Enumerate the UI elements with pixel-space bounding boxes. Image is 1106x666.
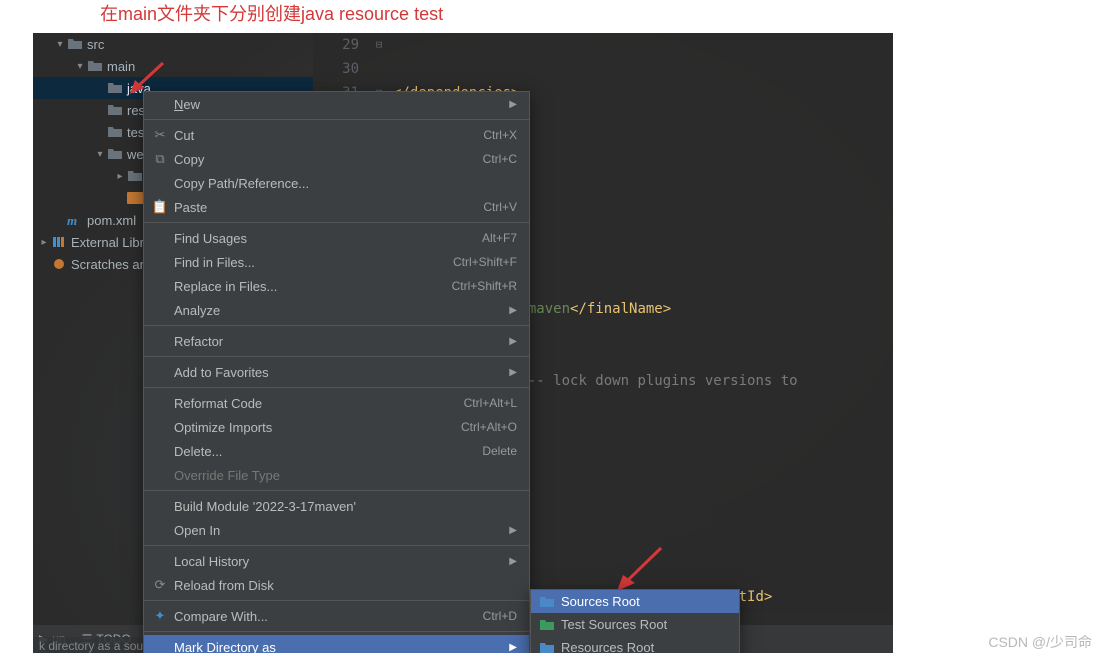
menu-separator xyxy=(144,119,529,120)
chevron-right-icon: ▶ xyxy=(509,99,517,110)
tree-node-src[interactable]: ▾ src xyxy=(33,33,313,55)
chevron-right-icon: ▶ xyxy=(509,336,517,347)
menu-find-usages[interactable]: Find UsagesAlt+F7 xyxy=(144,226,529,250)
menu-optimize-imports[interactable]: Optimize ImportsCtrl+Alt+O xyxy=(144,415,529,439)
submenu-test-sources-root[interactable]: Test Sources Root xyxy=(531,613,739,636)
folder-icon xyxy=(107,81,123,95)
compare-icon: ✦ xyxy=(152,608,168,624)
resources-folder-icon xyxy=(539,641,555,654)
scratches-icon xyxy=(51,257,67,271)
folder-icon xyxy=(87,59,103,73)
clipboard-icon: 📋 xyxy=(152,199,168,215)
menu-copy-path[interactable]: Copy Path/Reference... xyxy=(144,171,529,195)
menu-new[interactable]: New ▶ xyxy=(144,92,529,116)
menu-separator xyxy=(144,545,529,546)
menu-override-file-type[interactable]: Override File Type xyxy=(144,463,529,487)
copy-icon: ⧉ xyxy=(152,151,168,167)
menu-build-module[interactable]: Build Module '2022-3-17maven' xyxy=(144,494,529,518)
menu-local-history[interactable]: Local History▶ xyxy=(144,549,529,573)
fold-collapse-icon[interactable]: ⊟ xyxy=(369,33,389,57)
watermark: CSDN @/少司命 xyxy=(988,632,1092,652)
menu-delete[interactable]: Delete...Delete xyxy=(144,439,529,463)
chevron-right-icon: ▸ xyxy=(113,171,127,182)
tree-node-main[interactable]: ▾ main xyxy=(33,55,313,77)
context-menu[interactable]: New ▶ ✂ CutCtrl+X ⧉ CopyCtrl+C Copy Path… xyxy=(143,91,530,653)
menu-reformat[interactable]: Reformat CodeCtrl+Alt+L xyxy=(144,391,529,415)
jsp-file-icon xyxy=(127,191,143,205)
test-sources-folder-icon xyxy=(539,618,555,632)
menu-separator xyxy=(144,222,529,223)
library-icon xyxy=(51,235,67,249)
menu-refactor[interactable]: Refactor▶ xyxy=(144,329,529,353)
folder-icon xyxy=(107,147,123,161)
menu-cut[interactable]: ✂ CutCtrl+X xyxy=(144,123,529,147)
menu-mark-directory-as[interactable]: Mark Directory as▶ xyxy=(144,635,529,653)
chevron-right-icon: ▸ xyxy=(37,237,51,248)
chevron-down-icon: ▾ xyxy=(53,39,67,50)
mark-directory-submenu[interactable]: Sources Root Test Sources Root Resources… xyxy=(530,589,740,653)
menu-separator xyxy=(144,600,529,601)
menu-separator xyxy=(144,325,529,326)
menu-copy[interactable]: ⧉ CopyCtrl+C xyxy=(144,147,529,171)
submenu-sources-root[interactable]: Sources Root xyxy=(531,590,739,613)
chevron-right-icon: ▶ xyxy=(509,367,517,378)
menu-replace-in-files[interactable]: Replace in Files...Ctrl+Shift+R xyxy=(144,274,529,298)
chevron-right-icon: ▶ xyxy=(509,525,517,536)
menu-reload-disk[interactable]: ⟳ Reload from Disk xyxy=(144,573,529,597)
ide-window: ▾ src ▾ main java resources xyxy=(33,33,893,653)
folder-icon xyxy=(127,169,143,183)
menu-find-in-files[interactable]: Find in Files...Ctrl+Shift+F xyxy=(144,250,529,274)
maven-icon: m xyxy=(67,213,83,227)
sources-folder-icon xyxy=(539,595,555,609)
chevron-right-icon: ▶ xyxy=(509,556,517,567)
folder-icon xyxy=(107,103,123,117)
menu-separator xyxy=(144,490,529,491)
scissors-icon: ✂ xyxy=(152,127,168,143)
chevron-down-icon: ▾ xyxy=(73,61,87,72)
menu-separator xyxy=(144,631,529,632)
menu-separator xyxy=(144,387,529,388)
chevron-right-icon: ▶ xyxy=(509,305,517,316)
page-annotation: 在main文件夹下分别创建java resource test xyxy=(100,0,443,26)
menu-paste[interactable]: 📋 PasteCtrl+V xyxy=(144,195,529,219)
reload-icon: ⟳ xyxy=(152,577,168,593)
submenu-resources-root[interactable]: Resources Root xyxy=(531,636,739,653)
menu-separator xyxy=(144,356,529,357)
chevron-right-icon: ▶ xyxy=(509,642,517,653)
folder-icon xyxy=(107,125,123,139)
menu-compare-with[interactable]: ✦ Compare With...Ctrl+D xyxy=(144,604,529,628)
menu-open-in[interactable]: Open In▶ xyxy=(144,518,529,542)
menu-add-favorites[interactable]: Add to Favorites▶ xyxy=(144,360,529,384)
menu-analyze[interactable]: Analyze▶ xyxy=(144,298,529,322)
chevron-down-icon: ▾ xyxy=(93,149,107,160)
folder-icon xyxy=(67,37,83,51)
